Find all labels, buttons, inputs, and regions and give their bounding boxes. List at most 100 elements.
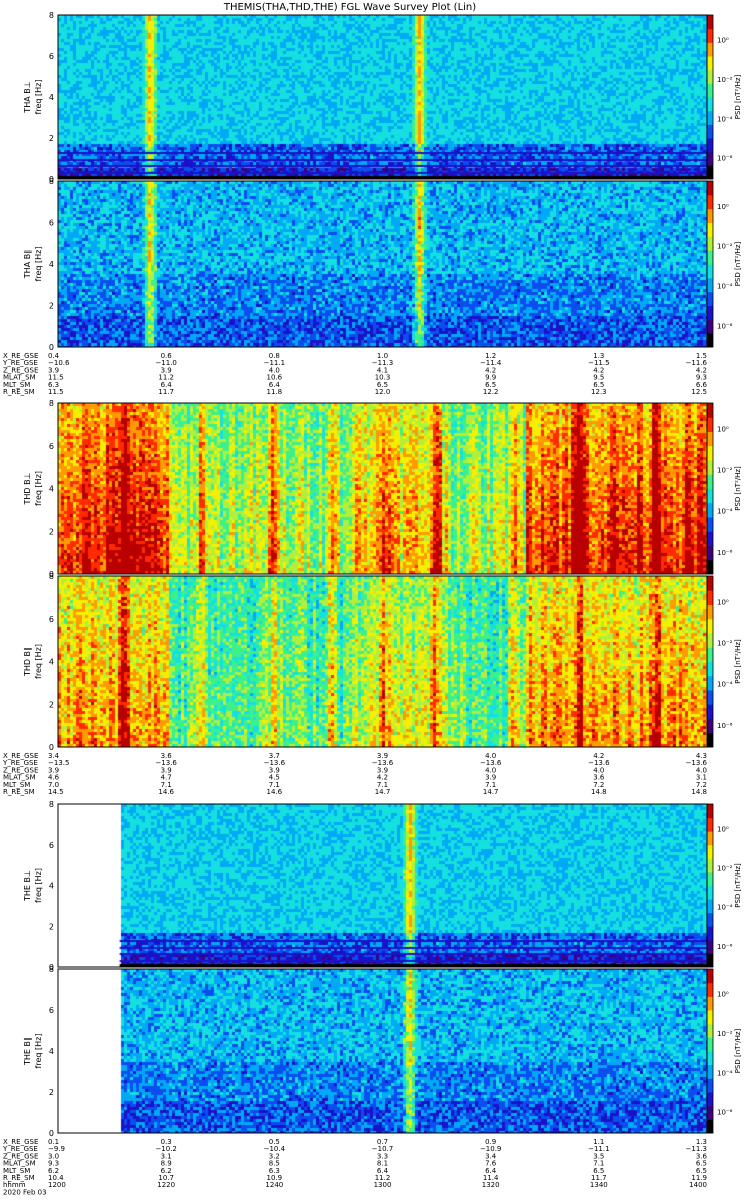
colorbar-tick-label: 10⁰ (717, 426, 729, 434)
colorbar-segment (707, 858, 713, 873)
y-tick-label: 4 (49, 260, 54, 269)
ephemeris-value: 1220 (157, 1181, 175, 1189)
colorbar-label: PSD [nT²/Hz] (734, 466, 742, 511)
ephemeris-value: 14.6 (158, 788, 174, 796)
ephemeris-value: 14.7 (483, 788, 499, 796)
colorbar-segment (707, 871, 713, 886)
colorbar-segment (707, 604, 713, 620)
panel-ylabel: THA B⊥ (23, 81, 32, 113)
colorbar-segment (707, 996, 713, 1011)
colorbar-segment (707, 474, 713, 489)
colorbar: 10⁰ 10⁻² 10⁻⁴ 10⁻⁶ PSD [nT²/Hz] (706, 180, 742, 348)
y-tick-label: 8 (49, 800, 54, 809)
colorbar: 10⁰ 10⁻² 10⁻⁴ 10⁻⁶ PSD [nT²/Hz] (706, 14, 742, 180)
colorbar-segment (707, 291, 713, 306)
y-tick-label: 2 (49, 700, 54, 709)
colorbar-label: PSD [nT²/Hz] (734, 1028, 742, 1073)
colorbar-label: PSD [nT²/Hz] (734, 241, 742, 286)
ephemeris-the: X_RE_GSE 0.1 0.3 0.5 0.7 0.9 1.1 1.3Y_RE_GSE −9.… (2, 1128, 708, 1196)
colorbar-segment (707, 633, 713, 648)
colorbar-tick-label: 10⁻² (717, 1030, 733, 1038)
colorbar-tick-label: 10⁻⁶ (717, 322, 733, 330)
ephemeris-value: 11.5 (48, 388, 64, 396)
colorbar-segment (707, 69, 713, 84)
wave-survey-figure: THEMIS(THA,THD,THE) FGL Wave Survey Plot… (2, 2, 742, 1196)
colorbar-segment (707, 42, 713, 57)
colorbar-segment (707, 181, 713, 196)
colorbar-segment (707, 194, 713, 210)
y-tick-label: 4 (49, 1047, 54, 1056)
y-tick-label: 0 (49, 1129, 54, 1138)
y-tick-label: 2 (49, 134, 54, 143)
y-tick-label: 4 (49, 93, 54, 102)
colorbar-segment (707, 618, 713, 634)
colorbar-tick-label: 10⁰ (717, 203, 729, 211)
colorbar-segment (707, 319, 713, 334)
y-tick-label: 6 (49, 841, 54, 850)
y-tick-label: 8 (49, 572, 54, 581)
colorbar-segment (707, 690, 713, 705)
y-tick-label: 6 (49, 52, 54, 61)
colorbar-segment (707, 675, 713, 691)
y-tick-label: 4 (49, 658, 54, 667)
colorbar-segment (707, 817, 713, 832)
colorbar-segment (707, 165, 713, 180)
colorbar-tick-label: 10⁻² (717, 76, 733, 84)
colorbar-tick-label: 10⁻⁴ (717, 115, 733, 123)
colorbar-segment (707, 1064, 713, 1079)
colorbar-tick-label: 10⁻⁶ (717, 155, 733, 163)
colorbar: 10⁰ 10⁻² 10⁻⁴ 10⁻⁶ PSD [nT²/Hz] (706, 803, 742, 968)
colorbar-segment (707, 124, 713, 139)
colorbar-segment (707, 831, 713, 846)
y-tick-label: 6 (49, 1006, 54, 1015)
y-tick-label: 6 (49, 442, 54, 451)
colorbar-segment (707, 264, 713, 279)
ephemeris-value: 11.7 (158, 388, 174, 396)
colorbar-segment (707, 704, 713, 719)
figure-title: THEMIS(THA,THD,THE) FGL Wave Survey Plot… (223, 2, 476, 13)
ephemeris-value: 1240 (265, 1181, 283, 1189)
colorbar-segment (707, 531, 713, 546)
colorbar-segment (707, 969, 713, 984)
colorbar-tick-label: 10⁻⁶ (717, 943, 733, 951)
colorbar-tick-label: 10⁻⁶ (717, 1109, 733, 1117)
colorbar-segment (707, 138, 713, 153)
panel-ylabel: THE B⊥ (23, 870, 32, 902)
colorbar-segment (707, 236, 713, 251)
colorbar-segment (707, 502, 713, 518)
colorbar-segment (707, 926, 713, 941)
colorbar-tick-label: 10⁻² (717, 243, 733, 251)
colorbar-segment (707, 576, 713, 591)
colorbar-segment (707, 1092, 713, 1107)
colorbar-segment (707, 982, 713, 997)
colorbar-segment (707, 545, 713, 561)
ephemeris-value: 14.6 (267, 788, 283, 796)
colorbar-label: PSD [nT²/Hz] (734, 639, 742, 684)
y-tick-label: 8 (49, 399, 54, 408)
colorbar-segment (707, 110, 713, 125)
freq-axis-label: freq [Hz] (34, 1034, 43, 1069)
colorbar-segment (707, 1037, 713, 1052)
y-tick-label: 8 (49, 11, 54, 20)
colorbar-tick-label: 10⁰ (717, 991, 729, 999)
colorbar-tick-label: 10⁻⁴ (717, 681, 733, 689)
ephemeris-value: 1400 (689, 1181, 707, 1189)
ephemeris-label: R_RE_SM (3, 388, 35, 396)
colorbar-segment (707, 56, 713, 71)
colorbar-segment (707, 559, 713, 575)
colorbar-segment (707, 1010, 713, 1025)
colorbar-segment (707, 661, 713, 677)
colorbar-segment (707, 647, 713, 662)
colorbar-tick-label: 10⁻⁶ (717, 549, 733, 557)
y-tick-label: 8 (49, 965, 54, 974)
panel-ylabel: THA B∥ (23, 250, 32, 279)
colorbar-segment (707, 517, 713, 532)
ephemeris-value: 11.8 (267, 388, 283, 396)
colorbar-tick-label: 10⁻² (717, 640, 733, 648)
ephemeris-value: 14.8 (691, 788, 707, 796)
ephemeris-value: 1200 (48, 1181, 66, 1189)
colorbar-tick-label: 10⁰ (717, 825, 729, 833)
y-tick-label: 2 (49, 922, 54, 931)
y-tick-label: 2 (49, 527, 54, 536)
spectrogram-image-tha-bperp (58, 15, 707, 179)
